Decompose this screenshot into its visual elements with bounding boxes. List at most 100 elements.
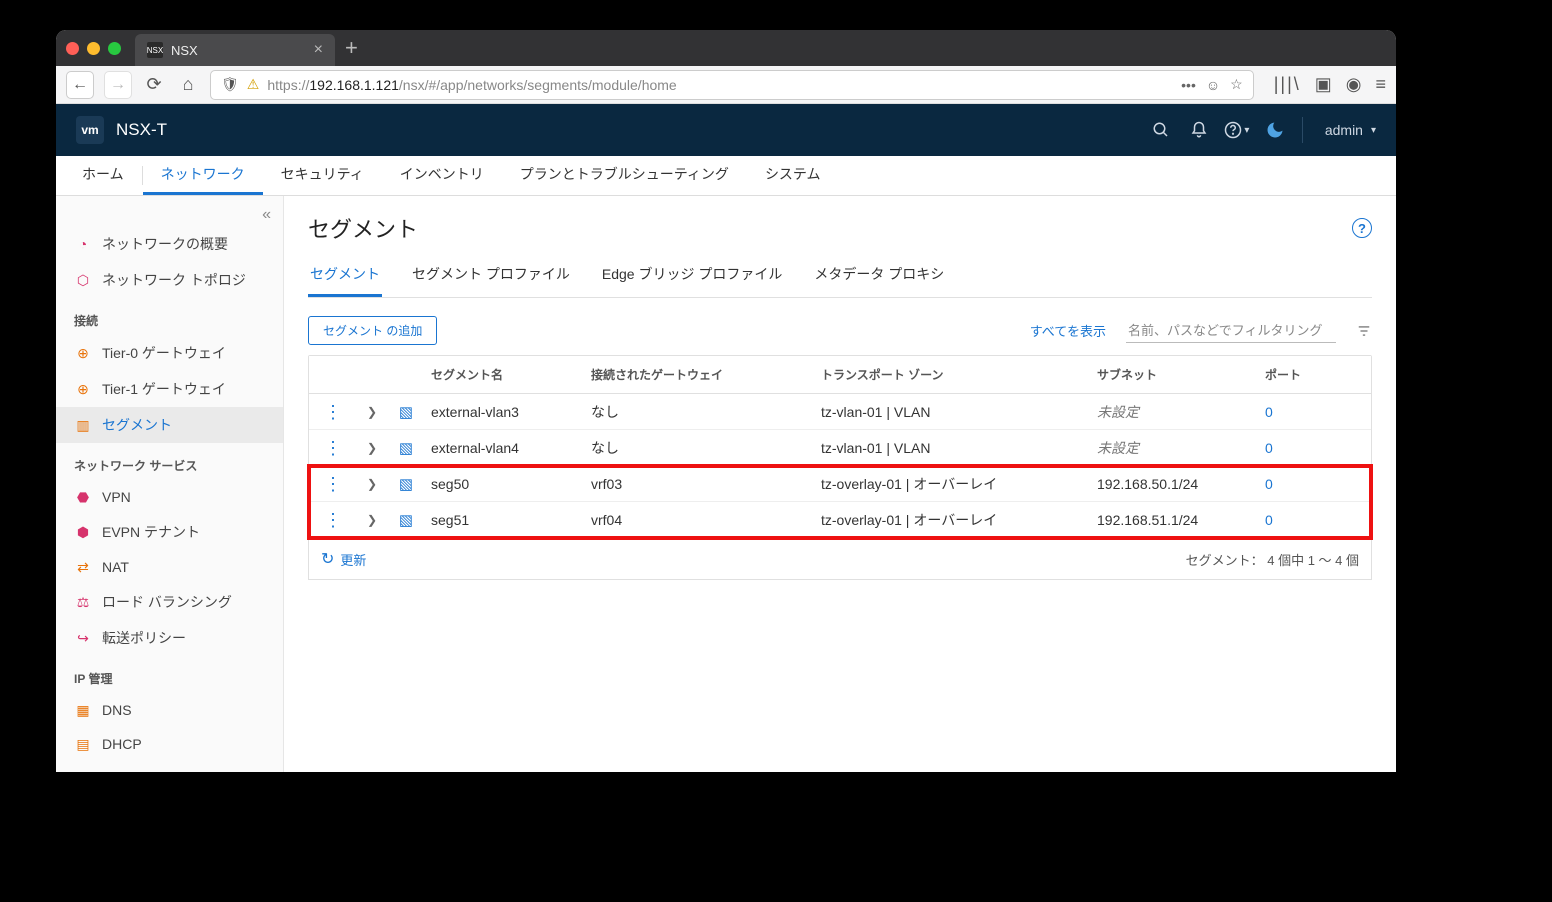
library-icon[interactable]: |||\ — [1274, 74, 1301, 95]
user-name: admin — [1325, 122, 1363, 138]
sidebar-toggle-icon[interactable]: ▣ — [1315, 74, 1332, 95]
maximize-window-icon[interactable] — [108, 42, 121, 55]
row-actions-icon[interactable]: ⋮ — [324, 439, 340, 457]
filter-input[interactable] — [1126, 319, 1336, 343]
sidebar-item[interactable]: ▦DNS — [56, 693, 283, 727]
sidebar-item-label: セグメント — [102, 415, 172, 435]
user-menu[interactable]: admin ▾ — [1325, 122, 1376, 138]
window-controls — [66, 42, 121, 55]
expand-row-icon[interactable]: ❯ — [367, 513, 377, 527]
new-tab-button[interactable]: + — [345, 35, 358, 61]
col-gateway[interactable]: 接続されたゲートウェイ — [583, 356, 813, 393]
table-header: セグメント名 接続されたゲートウェイ トランスポート ゾーン サブネット ポート — [309, 356, 1371, 394]
expand-all-link[interactable]: すべてを表示 — [1030, 321, 1106, 340]
col-subnet[interactable]: サブネット — [1089, 356, 1257, 393]
sub-tab-1[interactable]: セグメント プロファイル — [410, 254, 572, 297]
expand-row-icon[interactable]: ❯ — [367, 441, 377, 455]
vmware-logo-icon: vm — [76, 116, 104, 144]
search-icon[interactable] — [1142, 111, 1180, 149]
close-tab-icon[interactable]: × — [314, 41, 323, 59]
minimize-window-icon[interactable] — [87, 42, 100, 55]
sidebar-item-label: Tier-0 ゲートウェイ — [102, 343, 226, 363]
refresh-button[interactable]: 更新 — [321, 549, 366, 569]
browser-tab[interactable]: NSX NSX × — [135, 34, 335, 66]
back-button[interactable]: ← — [66, 71, 94, 99]
port-link[interactable]: 0 — [1265, 476, 1273, 492]
port-link[interactable]: 0 — [1265, 512, 1273, 528]
col-name[interactable]: セグメント名 — [423, 356, 583, 393]
help-icon[interactable]: ▾ — [1218, 111, 1256, 149]
sidebar-item[interactable]: ⬡ネットワーク トポロジ — [56, 262, 283, 298]
sidebar-item-label: ネットワーク トポロジ — [102, 270, 246, 290]
evpn-icon: ⬢ — [74, 523, 92, 541]
cell-subnet: 192.168.50.1/24 — [1089, 466, 1257, 502]
segment-icon: ▧ — [399, 511, 413, 529]
sidebar-heading: ネットワーク サービス — [56, 443, 283, 480]
account-icon[interactable]: ◉ — [1346, 74, 1362, 95]
bookmark-icon[interactable]: ☆ — [1230, 76, 1243, 93]
col-port[interactable]: ポート — [1257, 356, 1371, 393]
sidebar-item-label: EVPN テナント — [102, 522, 200, 542]
reload-button[interactable]: ⟳ — [142, 74, 166, 95]
sidebar-item-label: ネットワークの概要 — [102, 234, 228, 254]
col-transport-zone[interactable]: トランスポート ゾーン — [813, 356, 1089, 393]
reader-icon[interactable]: ☺ — [1206, 77, 1220, 93]
sidebar-item[interactable]: ⬣VPN — [56, 480, 283, 514]
top-tab-2[interactable]: セキュリティ — [263, 156, 382, 195]
sidebar-item[interactable]: ⇄NAT — [56, 550, 283, 584]
top-tab-4[interactable]: プランとトラブルシューティング — [502, 156, 747, 195]
product-name: NSX-T — [116, 120, 167, 140]
sidebar-item[interactable]: ↪転送ポリシー — [56, 620, 283, 656]
shield-icon: 🛡 — [221, 76, 239, 93]
sidebar-item[interactable]: ◔ネットワークの概要 — [56, 226, 283, 262]
sidebar-item-label: DNS — [102, 702, 132, 718]
sub-tab-2[interactable]: Edge ブリッジ プロファイル — [600, 254, 784, 297]
close-window-icon[interactable] — [66, 42, 79, 55]
sub-tabs: セグメントセグメント プロファイル Edge ブリッジ プロファイルメタデータ プ… — [308, 254, 1372, 298]
sidebar-item-label: 転送ポリシー — [102, 628, 186, 648]
filter-icon[interactable] — [1356, 324, 1372, 338]
sub-tab-3[interactable]: メタデータ プロキシ — [812, 254, 946, 297]
sidebar-item[interactable]: ▤DHCP — [56, 727, 283, 761]
row-actions-icon[interactable]: ⋮ — [324, 403, 340, 421]
sidebar-item[interactable]: ⚖ロード バランシング — [56, 584, 283, 620]
expand-row-icon[interactable]: ❯ — [367, 405, 377, 419]
dark-mode-icon[interactable] — [1256, 111, 1294, 149]
sidebar-item[interactable]: ▥ セグメント — [56, 407, 283, 443]
meatballs-icon[interactable]: ••• — [1181, 77, 1196, 93]
cell-gateway: vrf03 — [583, 466, 813, 502]
favicon-icon: NSX — [147, 42, 163, 58]
collapse-sidebar-button[interactable]: « — [56, 204, 283, 226]
forward-button: → — [104, 71, 132, 99]
sidebar-item[interactable]: ⬢ EVPN テナント — [56, 514, 283, 550]
top-tab-1[interactable]: ネットワーク — [143, 156, 263, 195]
menu-icon[interactable]: ≡ — [1375, 74, 1386, 95]
expand-row-icon[interactable]: ❯ — [367, 477, 377, 491]
port-link[interactable]: 0 — [1265, 404, 1273, 420]
cell-tz: tz-vlan-01 | VLAN — [813, 394, 1089, 430]
top-tab-3[interactable]: インベントリ — [382, 156, 502, 195]
top-tab-0[interactable]: ホーム — [64, 156, 142, 195]
page-help-icon[interactable]: ? — [1352, 218, 1372, 238]
add-segment-button[interactable]: セグメント の追加 — [308, 316, 437, 345]
sub-tab-0[interactable]: セグメント — [308, 254, 382, 297]
sidebar-item-label: NAT — [102, 559, 129, 575]
cell-gateway: なし — [583, 428, 813, 468]
port-link[interactable]: 0 — [1265, 440, 1273, 456]
url-bar[interactable]: 🛡 ⚠ https://192.168.1.121/nsx/#/app/netw… — [210, 70, 1254, 100]
row-actions-icon[interactable]: ⋮ — [324, 511, 340, 529]
sidebar-item[interactable]: ⊕Tier-0 ゲートウェイ — [56, 335, 283, 371]
segment-icon: ▥ — [74, 416, 92, 434]
main-content: セグメント ? セグメントセグメント プロファイル Edge ブリッジ プロファイ… — [284, 196, 1396, 772]
segment-icon: ▧ — [399, 475, 413, 493]
row-actions-icon[interactable]: ⋮ — [324, 475, 340, 493]
app-header: vm NSX-T ▾ admin ▾ — [56, 104, 1396, 156]
table-row: ⋮❯▧seg51vrf04tz-overlay-01 | オーバーレイ192.1… — [309, 502, 1371, 538]
sidebar-heading: 接続 — [56, 298, 283, 335]
sidebar-item[interactable]: ⊕Tier-1 ゲートウェイ — [56, 371, 283, 407]
top-tab-5[interactable]: システム — [747, 156, 839, 195]
home-button[interactable]: ⌂ — [176, 74, 200, 95]
cell-gateway: なし — [583, 392, 813, 432]
cell-subnet: 未設定 — [1089, 428, 1257, 468]
bell-icon[interactable] — [1180, 111, 1218, 149]
